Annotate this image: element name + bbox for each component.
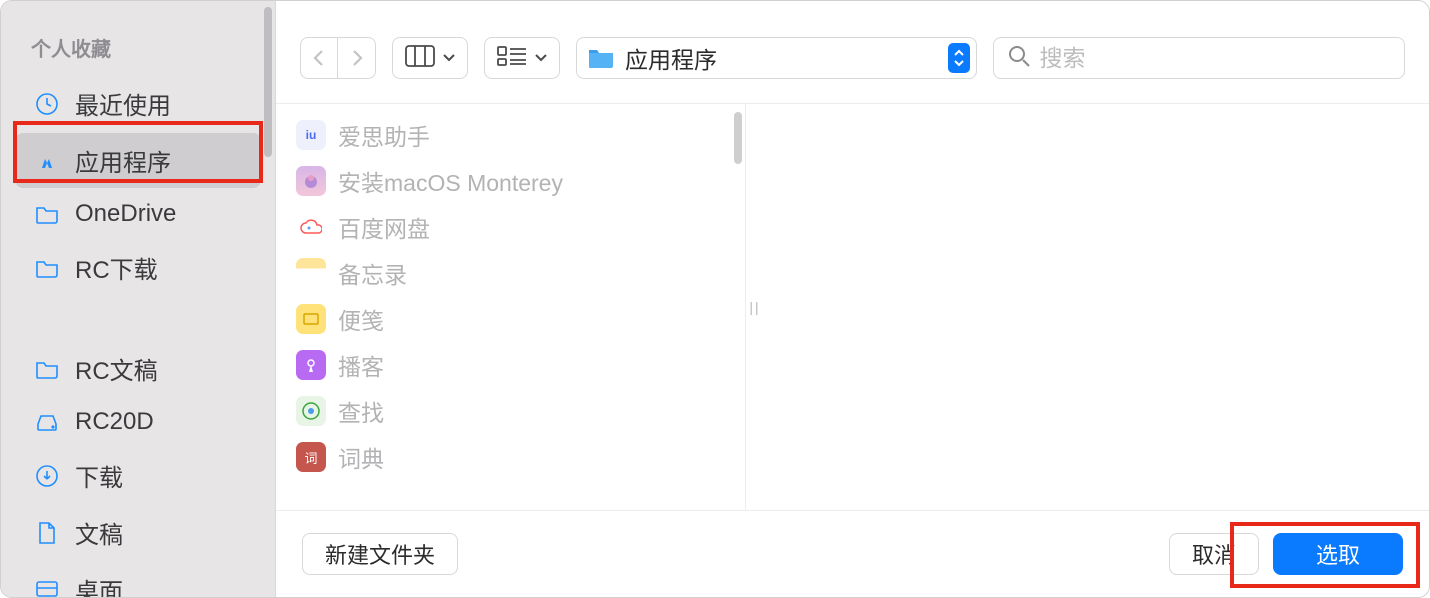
file-label: 播客: [338, 348, 384, 382]
desktop-icon: [33, 576, 61, 598]
file-label: 查找: [338, 394, 384, 428]
columns-view-icon: [405, 45, 435, 72]
sidebar-item-label: 最近使用: [75, 86, 171, 121]
app-icon: [296, 304, 326, 334]
resize-grip-icon: ||: [749, 299, 760, 315]
sidebar-item-label: 桌面: [75, 572, 123, 598]
sidebar-item-label: RC下载: [75, 250, 158, 285]
sidebar-item-rc20d[interactable]: RC20D: [15, 398, 261, 446]
file-label: 便笺: [338, 302, 384, 336]
chevron-down-icon: [535, 49, 547, 67]
main-panel: 应用程序 iu 爱思助手: [276, 1, 1429, 597]
file-label: 安装macOS Monterey: [338, 164, 563, 198]
sidebar-item-label: 文稿: [75, 515, 123, 550]
disk-icon: [33, 408, 61, 436]
app-icon: [296, 396, 326, 426]
folder-icon: [33, 200, 61, 228]
columns-browser: iu 爱思助手 安装macOS Monterey 百度网盘: [276, 103, 1429, 510]
document-icon: [33, 519, 61, 547]
folder-icon: [33, 355, 61, 383]
file-label: 备忘录: [338, 256, 407, 290]
sidebar-item-desktop[interactable]: 桌面: [15, 562, 261, 598]
app-icon: 词: [296, 442, 326, 472]
column-resize-handle[interactable]: ||: [746, 104, 764, 510]
file-column-2: [764, 104, 1429, 510]
file-item[interactable]: 备忘录: [276, 250, 745, 296]
sidebar-item-onedrive[interactable]: OneDrive: [15, 190, 261, 238]
app-icon: [296, 350, 326, 380]
nav-group: [300, 37, 376, 79]
sidebar-item-downloads[interactable]: 下载: [15, 448, 261, 503]
toolbar: 应用程序: [276, 1, 1429, 103]
column-scrollbar[interactable]: [734, 112, 742, 164]
sidebar-item-rc-downloads[interactable]: RC下载: [15, 240, 261, 295]
file-item[interactable]: 便笺: [276, 296, 745, 342]
sidebar-item-label: 应用程序: [75, 143, 171, 178]
location-dropdown[interactable]: 应用程序: [576, 37, 977, 79]
file-item[interactable]: iu 爱思助手: [276, 112, 745, 158]
dropdown-stepper-icon: [948, 43, 970, 73]
new-folder-button[interactable]: 新建文件夹: [302, 533, 458, 575]
location-label: 应用程序: [625, 41, 948, 75]
file-item[interactable]: 播客: [276, 342, 745, 388]
sidebar-item-label: OneDrive: [75, 200, 176, 228]
nav-forward-button[interactable]: [338, 37, 376, 79]
apps-icon: [33, 147, 61, 175]
chevron-down-icon: [443, 49, 455, 67]
sidebar-item-applications[interactable]: 应用程序: [15, 133, 261, 188]
sidebar-section-favorites: 个人收藏: [1, 33, 275, 74]
folder-apps-icon: [587, 46, 615, 70]
file-item[interactable]: 百度网盘: [276, 204, 745, 250]
sidebar: 个人收藏 最近使用 应用程序 OneDrive RC下载: [1, 1, 276, 597]
sidebar-item-recents[interactable]: 最近使用: [15, 76, 261, 131]
group-icon: [497, 45, 527, 72]
file-item[interactable]: 词 词典: [276, 434, 745, 480]
search-icon: [1008, 45, 1030, 72]
file-item[interactable]: 查找: [276, 388, 745, 434]
sidebar-item-label: 下载: [75, 458, 123, 493]
cancel-button[interactable]: 取消: [1169, 533, 1259, 575]
download-icon: [33, 462, 61, 490]
folder-icon: [33, 254, 61, 282]
app-icon: [296, 258, 326, 288]
group-by-button[interactable]: [484, 37, 560, 79]
search-input[interactable]: [1040, 45, 1391, 72]
footer: 新建文件夹 取消 选取: [276, 510, 1429, 597]
sidebar-item-rc-docs[interactable]: RC文稿: [15, 341, 261, 396]
file-label: 百度网盘: [338, 210, 430, 244]
sidebar-item-label: RC文稿: [75, 351, 158, 386]
app-icon: [296, 212, 326, 242]
app-icon: [296, 166, 326, 196]
file-label: 词典: [338, 440, 384, 474]
file-label: 爱思助手: [338, 118, 430, 152]
clock-icon: [33, 90, 61, 118]
file-picker-window: 个人收藏 最近使用 应用程序 OneDrive RC下载: [0, 0, 1430, 598]
file-column-1: iu 爱思助手 安装macOS Monterey 百度网盘: [276, 104, 746, 510]
app-icon: iu: [296, 120, 326, 150]
view-mode-button[interactable]: [392, 37, 468, 79]
sidebar-scrollbar[interactable]: [264, 7, 272, 157]
sidebar-item-documents[interactable]: 文稿: [15, 505, 261, 560]
select-button[interactable]: 选取: [1273, 533, 1403, 575]
nav-back-button[interactable]: [300, 37, 338, 79]
search-field[interactable]: [993, 37, 1406, 79]
file-item[interactable]: 安装macOS Monterey: [276, 158, 745, 204]
sidebar-item-label: RC20D: [75, 408, 154, 436]
